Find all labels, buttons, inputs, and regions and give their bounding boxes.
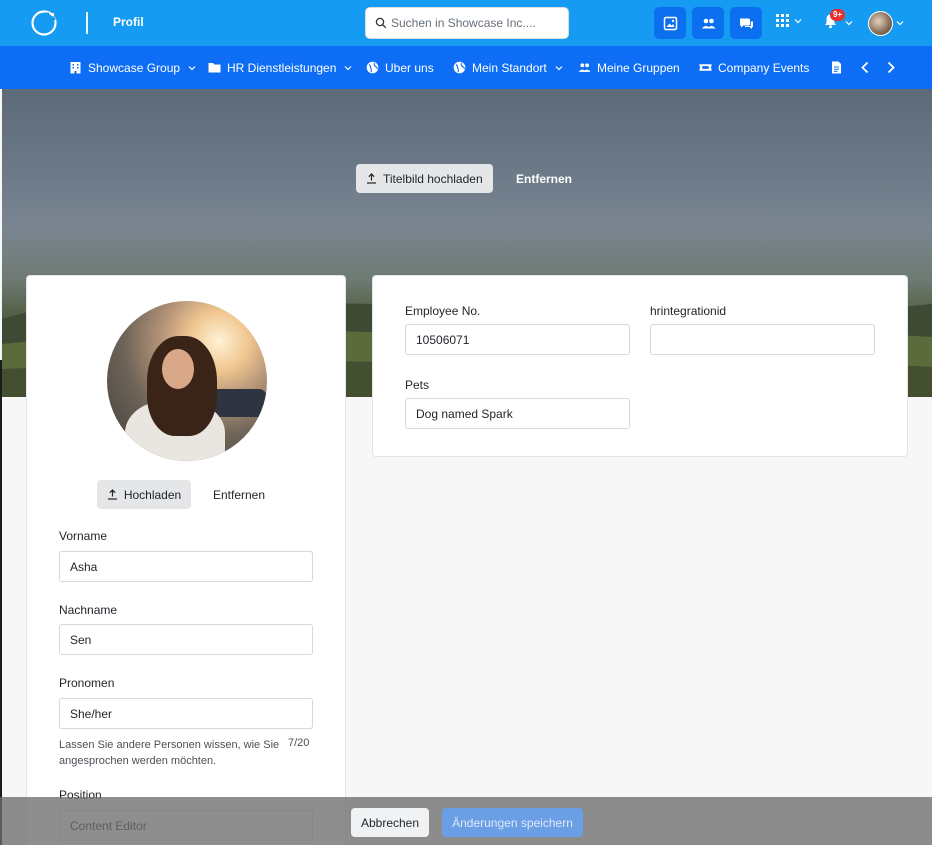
user-avatar[interactable]: [868, 11, 893, 36]
last-name-label: Nachname: [59, 603, 118, 617]
last-name-input[interactable]: [59, 624, 313, 655]
folder-icon: [208, 63, 221, 73]
nav-item-meine-gruppen[interactable]: Meine Gruppen: [578, 46, 680, 89]
nav-item-hr-dienstleistungen[interactable]: HR Dienstleistungen: [208, 46, 352, 89]
nav-item-mein-standort[interactable]: Mein Standort: [453, 46, 563, 89]
cancel-button[interactable]: Abbrechen: [351, 808, 429, 837]
cover-upload-button[interactable]: Titelbild hochladen: [356, 164, 493, 193]
custom-fields-card: Employee No. hrintegrationid Pets: [372, 275, 908, 457]
nav-scroll-right-button[interactable]: [884, 46, 897, 89]
pronouns-input[interactable]: [59, 698, 313, 729]
cover-upload-label: Titelbild hochladen: [383, 171, 483, 186]
nav-scroll-left-button[interactable]: [859, 46, 872, 89]
nav-item-label: HR Dienstleistungen: [227, 60, 337, 75]
first-name-label: Vorname: [59, 529, 108, 543]
search-icon: [375, 17, 387, 29]
people-icon: [578, 63, 591, 72]
upload-icon: [367, 173, 376, 184]
chat-button[interactable]: [730, 7, 762, 39]
document-icon: [832, 61, 841, 74]
people-button[interactable]: [692, 7, 724, 39]
top-bar: Profil Suchen in Showcase Inc.... 9+: [0, 0, 932, 46]
window-edge: [0, 360, 2, 845]
globe-icon: [366, 61, 379, 74]
hrintegrationid-input[interactable]: [650, 324, 875, 355]
grid-icon: [776, 14, 789, 27]
chevron-left-icon: [861, 61, 869, 74]
chevron-down-icon: [555, 65, 563, 70]
people-icon: [701, 18, 715, 28]
nav-item-uber-uns[interactable]: Uber uns: [366, 46, 434, 89]
employee-no-input[interactable]: [405, 324, 630, 355]
profile-photo: [107, 301, 267, 461]
form-action-bar: Abbrechen Änderungen speichern: [0, 797, 932, 845]
nav-item-label: Showcase Group: [88, 60, 181, 75]
employee-no-label: Employee No.: [405, 304, 481, 318]
chat-icon: [739, 18, 753, 29]
pronouns-char-counter: 7/20: [288, 737, 310, 749]
globe-icon: [453, 61, 466, 74]
profile-card: Hochladen Entfernen Vorname Nachname Pro…: [26, 275, 346, 845]
main-navigation: Showcase Group HR Dienstleistungen Uber …: [0, 46, 932, 89]
building-icon: [70, 62, 81, 74]
pets-label: Pets: [405, 378, 430, 392]
nav-item-showcase-group[interactable]: Showcase Group: [69, 46, 196, 89]
save-changes-button[interactable]: Änderungen speichern: [442, 808, 583, 837]
photo-upload-button[interactable]: Hochladen: [97, 480, 191, 509]
nav-item-label: Meine Gruppen: [597, 60, 680, 75]
upload-icon: [107, 489, 117, 500]
photo-remove-button[interactable]: Entfernen: [207, 480, 271, 509]
chevron-right-icon: [887, 61, 895, 74]
page-title: Profil: [113, 15, 144, 29]
chevron-down-icon: [845, 21, 853, 26]
app-logo-icon[interactable]: [30, 9, 58, 37]
ticket-icon: [699, 64, 712, 71]
cover-remove-button[interactable]: Entfernen: [506, 164, 576, 193]
nav-item-label: Mein Standort: [472, 60, 547, 75]
image-icon: [663, 16, 677, 30]
search-input[interactable]: [391, 8, 566, 38]
chevron-down-icon: [794, 18, 802, 23]
pets-input[interactable]: [405, 398, 630, 429]
chevron-down-icon: [344, 65, 352, 70]
pronouns-label: Pronomen: [59, 676, 115, 690]
chevron-down-icon: [188, 65, 196, 70]
apps-menu-button[interactable]: [776, 14, 802, 27]
pronouns-hint: Lassen Sie andere Personen wissen, wie S…: [59, 739, 280, 767]
photo-upload-label: Hochladen: [123, 487, 182, 502]
notification-badge: 9+: [830, 9, 845, 21]
nav-item-label: Uber uns: [385, 60, 434, 75]
chevron-down-icon: [896, 21, 904, 26]
header-divider: [86, 12, 88, 34]
nav-item-document[interactable]: [830, 46, 843, 89]
hrintegrationid-label: hrintegrationid: [650, 304, 727, 318]
gallery-button[interactable]: [654, 7, 686, 39]
nav-item-company-events[interactable]: Company Events: [699, 46, 809, 89]
search-box[interactable]: [365, 7, 569, 39]
first-name-input[interactable]: [59, 551, 313, 582]
nav-item-label: Company Events: [718, 60, 810, 75]
photo-subject-face: [162, 349, 194, 389]
